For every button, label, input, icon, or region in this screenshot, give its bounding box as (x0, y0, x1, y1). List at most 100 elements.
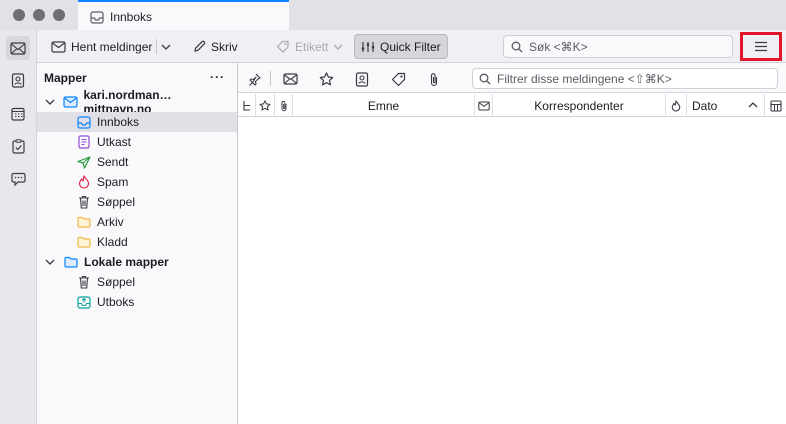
tags-filter-button[interactable] (386, 68, 410, 90)
column-picker-button[interactable] (765, 94, 786, 117)
folder-icon (76, 234, 92, 250)
attachment-filter-button[interactable] (422, 68, 446, 90)
correspondents-column-header[interactable]: Korrespondenter (493, 94, 666, 117)
unread-mail-icon (282, 73, 298, 85)
folder-item-outbox[interactable]: Utboks (37, 292, 237, 312)
sort-ascending-icon (748, 102, 758, 108)
zoom-window-button[interactable] (53, 9, 65, 21)
star-icon (259, 100, 271, 111)
folder-label: Spam (97, 175, 129, 189)
star-icon (319, 72, 334, 86)
get-messages-dropdown[interactable] (157, 35, 175, 58)
column-header-row: Emne Korrespondenter Dato (238, 94, 786, 117)
folder-item-sent[interactable]: Sendt (37, 152, 237, 172)
chevron-down-icon[interactable] (43, 255, 57, 269)
folder-item-local-trash[interactable]: Søppel (37, 272, 237, 292)
tag-button[interactable]: Etikett (270, 35, 349, 58)
write-label: Skriv (211, 39, 238, 54)
thread-pane: Filtrer disse meldingene <⇧⌘K> Emne Korr… (238, 63, 786, 424)
tasks-space-button[interactable] (6, 134, 30, 158)
search-icon (511, 41, 523, 53)
contact-filter-button[interactable] (350, 68, 374, 90)
get-messages-label: Hent meldinger (71, 39, 153, 54)
thread-icon (242, 100, 252, 112)
trash-icon (76, 194, 92, 210)
folder-item-inbox[interactable]: Innboks (37, 112, 237, 132)
inbox-icon (76, 114, 92, 130)
spaces-toolbar (0, 30, 37, 424)
folder-label: Sendt (97, 155, 129, 169)
filter-messages-input[interactable]: Filtrer disse meldingene <⇧⌘K> (472, 68, 778, 89)
tab-inbox[interactable]: Innboks (78, 0, 289, 30)
star-column-header[interactable] (256, 94, 275, 117)
close-window-button[interactable] (13, 9, 25, 21)
account-row[interactable]: kari.nordman…mittnavn.no (37, 88, 237, 116)
folder-label: Søppel (97, 195, 136, 209)
chat-icon (10, 172, 26, 186)
folder-pane-title: Mapper (44, 70, 87, 85)
folder-item-spam[interactable]: Spam (37, 172, 237, 192)
trash-icon (76, 274, 92, 290)
subject-column-header[interactable]: Emne (293, 94, 475, 117)
folder-label: Utboks (97, 295, 135, 309)
calendar-space-button[interactable] (6, 102, 30, 126)
drafts-icon (76, 134, 92, 150)
folder-item-archive[interactable]: Arkiv (37, 212, 237, 232)
date-column-header[interactable]: Dato (687, 94, 765, 117)
address-book-icon (355, 71, 369, 87)
subject-column-label: Emne (367, 98, 400, 113)
sticky-filter-button[interactable] (242, 68, 266, 90)
mail-toolbar: Hent meldinger Skriv Etikett Quick Filte… (37, 30, 786, 63)
folder-label: Utkast (97, 135, 132, 149)
chat-space-button[interactable] (6, 167, 30, 191)
tag-label: Etikett (295, 39, 329, 54)
local-folder-icon (63, 254, 79, 270)
attachment-column-header[interactable] (275, 94, 293, 117)
spam-icon (76, 174, 92, 190)
unread-filter-button[interactable] (278, 68, 302, 90)
unread-column-header[interactable] (475, 94, 493, 117)
message-list[interactable] (238, 118, 786, 424)
folder-label: Arkiv (97, 215, 124, 229)
tab-label: Innboks (110, 10, 153, 24)
thread-column-header[interactable] (238, 94, 256, 117)
pencil-icon (193, 40, 206, 53)
get-messages-icon (51, 40, 66, 53)
junk-column-header[interactable] (666, 94, 687, 117)
chevron-down-icon[interactable] (43, 95, 57, 109)
account-name: Lokale mapper (84, 255, 169, 269)
mail-space-button[interactable] (6, 36, 30, 60)
quick-filter-button[interactable]: Quick Filter (354, 34, 448, 59)
tasks-icon (11, 138, 25, 154)
starred-filter-button[interactable] (314, 68, 338, 90)
calendar-icon (11, 107, 25, 121)
filter-divider (270, 71, 271, 86)
folder-label: Søppel (97, 275, 136, 289)
address-book-space-button[interactable] (6, 68, 30, 92)
tag-icon (391, 72, 406, 86)
write-button[interactable]: Skriv (187, 35, 244, 58)
tag-icon (276, 40, 290, 53)
folder-pane-more-button[interactable]: ··· (210, 70, 225, 84)
inbox-icon (90, 11, 104, 24)
folder-item-drafts[interactable]: Utkast (37, 132, 237, 152)
chevron-down-icon (161, 44, 171, 50)
folder-label: Innboks (97, 115, 140, 129)
junk-status-icon (671, 99, 681, 112)
folder-item-trash[interactable]: Søppel (37, 192, 237, 212)
get-messages-button[interactable]: Hent meldinger (45, 35, 158, 58)
filter-sliders-icon (361, 41, 375, 53)
folder-item-kladd[interactable]: Kladd (37, 232, 237, 252)
paperclip-icon (280, 100, 288, 112)
correspondents-column-label: Korrespondenter (534, 98, 624, 113)
sent-icon (76, 154, 92, 170)
minimize-window-button[interactable] (33, 9, 45, 21)
search-placeholder: Søk <⌘K> (529, 39, 588, 54)
quick-filter-bar: Filtrer disse meldingene <⇧⌘K> (238, 63, 786, 93)
global-search-input[interactable]: Søk <⌘K> (503, 35, 733, 58)
local-folders-row[interactable]: Lokale mapper (37, 252, 237, 272)
outbox-icon (76, 294, 92, 310)
pin-icon (248, 73, 261, 86)
date-column-label: Dato (692, 98, 718, 113)
app-menu-button[interactable] (740, 32, 782, 61)
